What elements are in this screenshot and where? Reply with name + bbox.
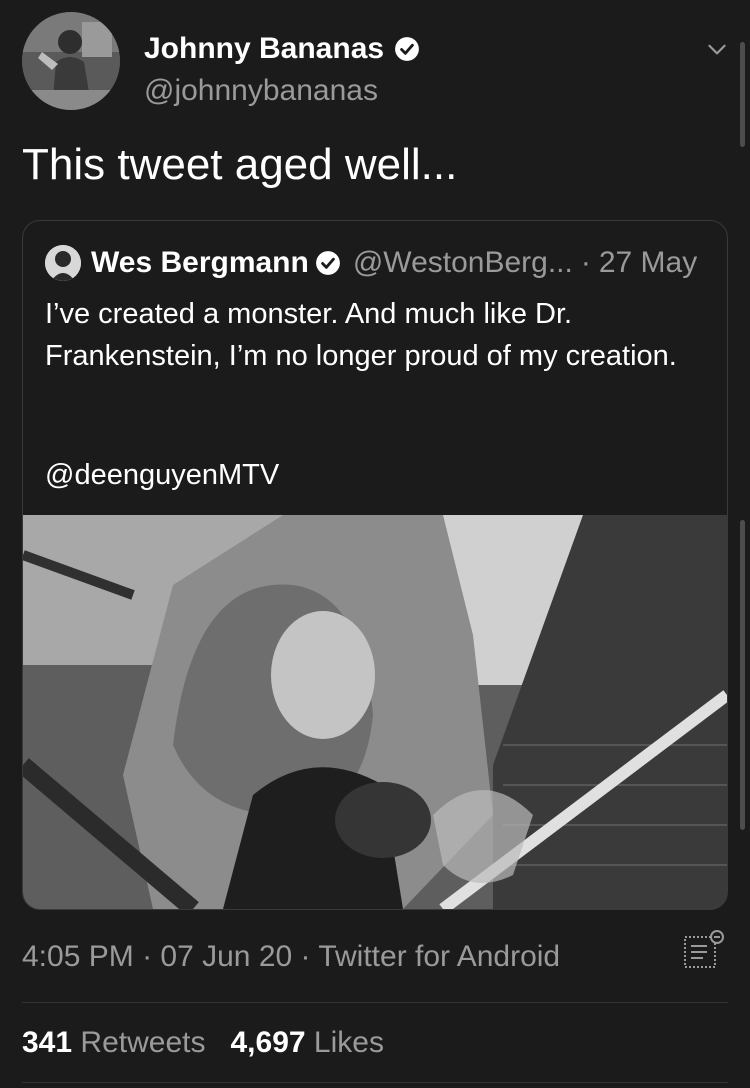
quoted-tweet-photo[interactable] xyxy=(23,515,727,909)
quoted-author-handle: @WestonBerg... xyxy=(352,246,573,279)
tweet-time: 4:05 PM xyxy=(22,940,134,973)
mention-link[interactable]: @deenguyenMTV xyxy=(45,459,279,492)
retweets-label[interactable]: Retweets xyxy=(80,1026,205,1059)
tweet-meta: 4:05 PM · 07 Jun 20 · Twitter for Androi… xyxy=(22,940,560,974)
analytics-icon[interactable] xyxy=(682,928,726,972)
scrollbar[interactable] xyxy=(740,42,745,147)
separator-dot: · xyxy=(142,940,153,973)
likes-count[interactable]: 4,697 xyxy=(230,1026,305,1059)
scrollbar[interactable] xyxy=(740,520,745,830)
engagement-stats: 341 Retweets 4,697 Likes xyxy=(22,1026,384,1060)
quoted-author-avatar xyxy=(45,245,81,281)
author-avatar[interactable] xyxy=(22,12,120,110)
tweet-header: Johnny Bananas @johnnybananas xyxy=(22,12,726,112)
separator-dot: · xyxy=(580,246,591,279)
author-handle[interactable]: @johnnybananas xyxy=(144,74,378,108)
quoted-tweet-text: I’ve created a monster. And much like Dr… xyxy=(45,298,677,372)
verified-badge-icon xyxy=(395,37,419,61)
quoted-tweet[interactable]: Wes Bergmann @WestonBerg... · 27 May I’v… xyxy=(22,220,728,910)
quoted-tweet-date: 27 May xyxy=(598,246,698,279)
retweets-count[interactable]: 341 xyxy=(22,1026,72,1059)
tweet-text: This tweet aged well... xyxy=(22,140,458,189)
divider xyxy=(22,1002,728,1003)
divider xyxy=(22,1082,728,1083)
chevron-down-icon[interactable] xyxy=(704,36,730,62)
quoted-tweet-header: Wes Bergmann @WestonBerg... · 27 May xyxy=(45,243,697,283)
quoted-author-name: Wes Bergmann xyxy=(91,246,309,279)
tweet-source[interactable]: Twitter for Android xyxy=(318,940,560,973)
tweet-date: 07 Jun 20 xyxy=(160,940,293,973)
author-name[interactable]: Johnny Bananas xyxy=(144,32,420,66)
likes-label[interactable]: Likes xyxy=(314,1026,384,1059)
separator-dot: · xyxy=(300,940,311,973)
verified-badge-icon xyxy=(315,251,340,275)
